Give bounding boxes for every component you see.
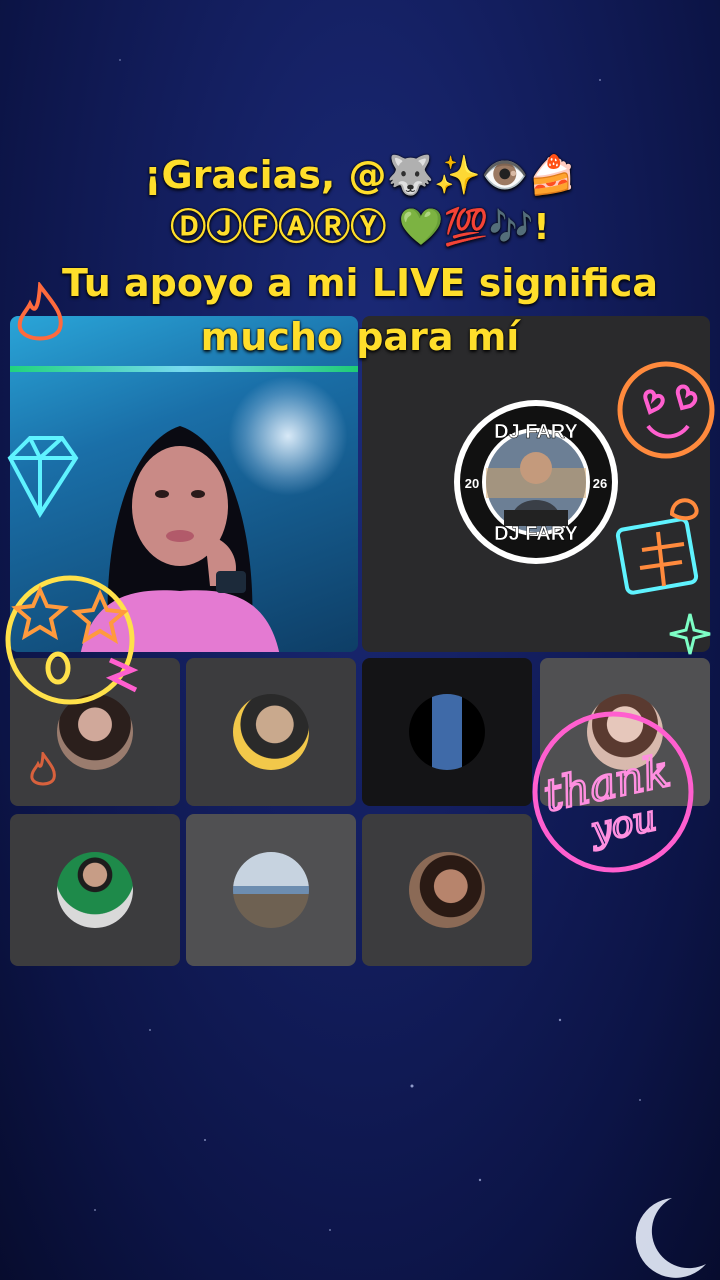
cohost-video-tile[interactable]: DJ FARY DJ FARY 20 26 <box>362 316 710 652</box>
crescent-moon-icon <box>635 1198 706 1278</box>
host-video-tile[interactable] <box>10 316 358 652</box>
guest-tile[interactable] <box>10 658 180 806</box>
avatar <box>409 694 485 770</box>
dj-fary-logo: DJ FARY DJ FARY 20 26 <box>454 400 618 564</box>
logo-left-number: 20 <box>465 476 479 491</box>
thank-you-sign-line2: you <box>586 798 660 852</box>
caption-line-1: ¡Gracias, @🐺✨👁️🍰 <box>144 153 576 197</box>
avatar <box>57 852 133 928</box>
avatar <box>587 694 663 770</box>
guest-tile[interactable] <box>186 814 356 966</box>
logo-top-text: DJ FARY <box>494 421 578 443</box>
avatar <box>57 694 133 770</box>
logo-bottom-text: DJ FARY <box>494 523 578 545</box>
guest-tile[interactable] <box>186 658 356 806</box>
guest-tile[interactable] <box>362 658 532 806</box>
logo-right-number: 26 <box>593 476 607 491</box>
caption-line-3: Tu apoyo a mi LIVE significa <box>61 261 658 305</box>
guest-tile[interactable] <box>362 814 532 966</box>
avatar <box>409 852 485 928</box>
avatar <box>233 694 309 770</box>
guest-tile[interactable] <box>10 814 180 966</box>
caption-line-4: mucho para mí <box>200 315 520 359</box>
avatar <box>233 852 309 928</box>
caption-line-2: ⒹⒿⒻⒶⓇⓎ 💚💯🎶! <box>170 207 550 248</box>
guest-tile[interactable] <box>540 658 710 806</box>
host-person <box>80 426 280 652</box>
thank-you-caption: ¡Gracias, @🐺✨👁️🍰 ⒹⒿⒻⒶⓇⓎ 💚💯🎶! Tu apoyo a … <box>0 150 720 364</box>
